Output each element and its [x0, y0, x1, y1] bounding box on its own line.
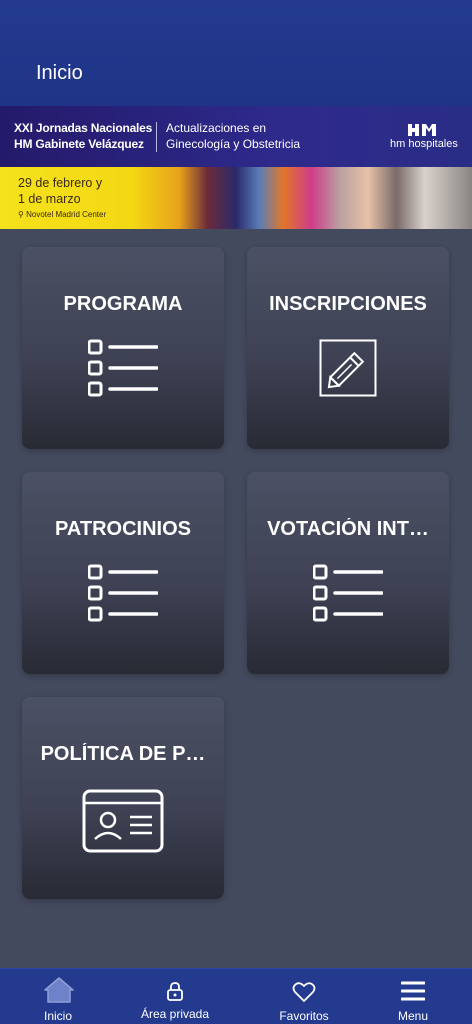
banner-image-strip: 29 de febrero y 1 de marzo ⚲ Novotel Mad… — [0, 167, 472, 229]
nav-label: Favoritos — [279, 1009, 329, 1023]
nav-item-favoritos[interactable]: Favoritos — [262, 969, 346, 1024]
tile-votacion[interactable]: VOTACIÓN INT… — [247, 472, 449, 674]
tile-patrocinios[interactable]: PATROCINIOS — [22, 472, 224, 674]
banner-divider — [156, 122, 157, 152]
event-date-line2: 1 de marzo — [18, 192, 81, 206]
tile-programa[interactable]: PROGRAMA — [22, 247, 224, 449]
venue-label: Novotel Madrid Center — [26, 210, 107, 219]
nav-item-inicio[interactable]: Inicio — [16, 969, 100, 1024]
page-title: Inicio — [36, 62, 83, 84]
tile-label: POLÍTICA DE P… — [40, 743, 206, 765]
hm-hospitales-label: hm hospitales — [390, 138, 458, 150]
id-card-icon — [22, 789, 224, 858]
heart-icon — [292, 982, 316, 1002]
banner-title-strip: XXI Jornadas Nacionales HM Gabinete Velá… — [0, 106, 472, 167]
event-subtitle-line1: Actualizaciones en — [166, 121, 267, 135]
tile-politica[interactable]: POLÍTICA DE P… — [22, 697, 224, 899]
nav-item-menu[interactable]: Menu — [380, 969, 446, 1024]
nav-label: Inicio — [43, 1009, 72, 1023]
event-venue: ⚲ Novotel Madrid Center — [18, 210, 107, 219]
nav-item-area-privada[interactable]: Área privada — [130, 969, 220, 1024]
lock-icon — [167, 982, 183, 1001]
home-icon — [44, 977, 74, 1003]
nav-label: Área privada — [140, 1007, 210, 1021]
list-icon — [247, 562, 449, 629]
pencil-icon — [247, 339, 449, 402]
event-banner[interactable]: XXI Jornadas Nacionales HM Gabinete Velá… — [0, 106, 472, 229]
bottom-navigation: Inicio Área privada Favoritos Menu — [0, 968, 472, 1024]
menu-icon — [401, 981, 425, 1001]
event-subtitle-line2: Ginecología y Obstetricia — [166, 137, 301, 151]
event-date-line1: 29 de febrero y — [18, 176, 103, 190]
list-icon — [22, 562, 224, 629]
event-name-line2: HM Gabinete Velázquez — [14, 137, 144, 151]
tile-label: PATROCINIOS — [55, 518, 191, 540]
nav-label: Menu — [397, 1009, 429, 1023]
tile-label: PROGRAMA — [63, 293, 183, 315]
event-name-line1: XXI Jornadas Nacionales — [14, 121, 153, 135]
list-icon — [22, 337, 224, 404]
tile-inscripciones[interactable]: INSCRIPCIONES — [247, 247, 449, 449]
app-header: Inicio — [0, 0, 472, 106]
tile-label: INSCRIPCIONES — [269, 293, 427, 315]
hm-logo-icon — [408, 124, 436, 136]
tile-label: VOTACIÓN INT… — [267, 518, 429, 540]
